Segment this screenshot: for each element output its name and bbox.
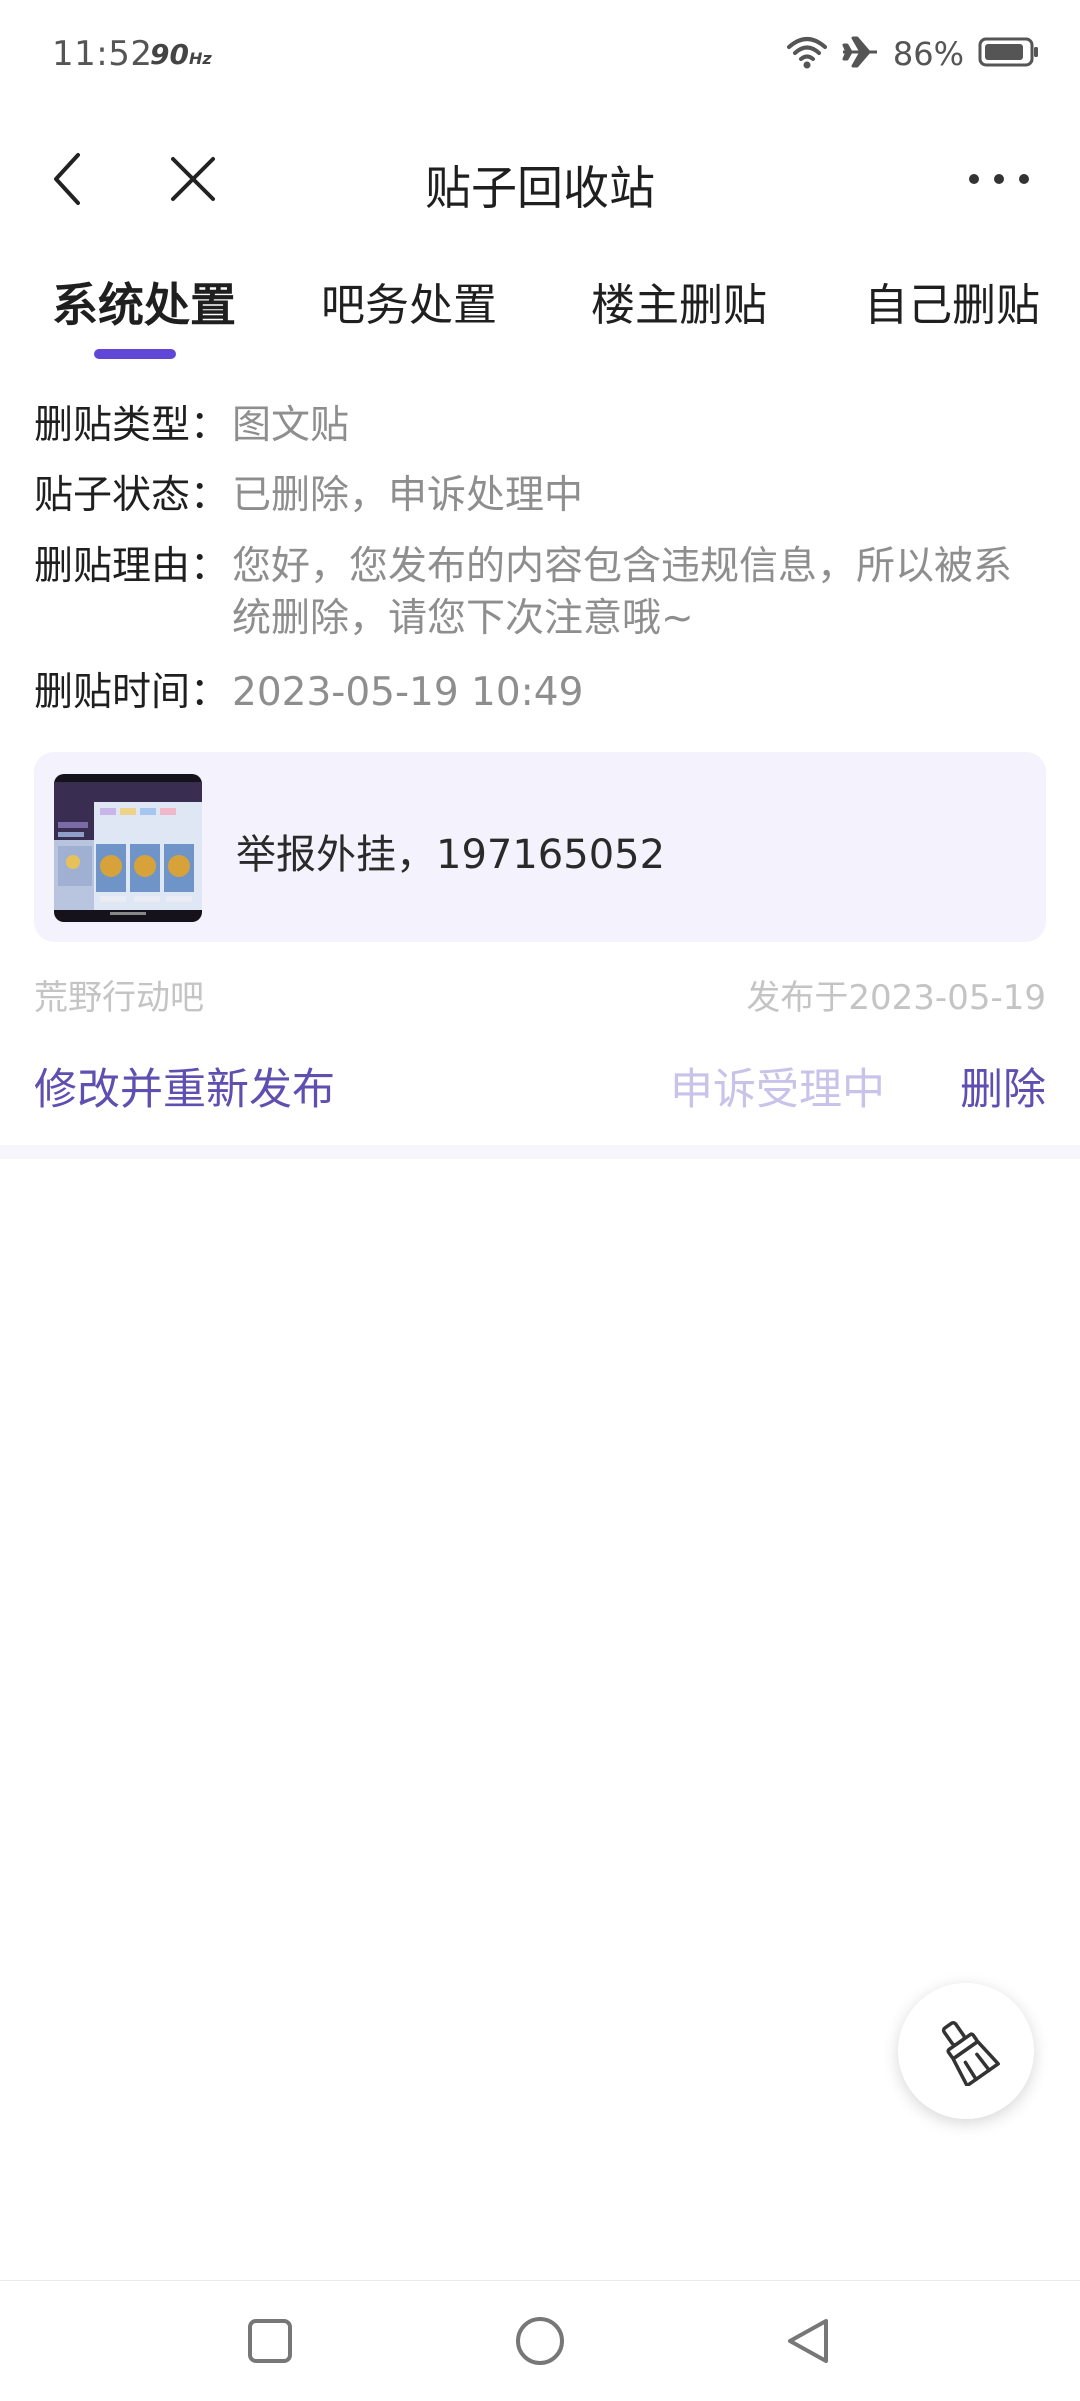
delete-time-row: 删贴时间： 2023-05-19 10:49 [34,667,1044,719]
system-back-button[interactable] [776,2309,840,2373]
appeal-status-label: 申诉受理中 [670,1065,885,1115]
publish-date: 发布于2023-05-19 [746,978,1046,1018]
delete-time-value: 2023-05-19 10:49 [232,670,584,715]
page-title: 贴子回收站 [425,161,655,215]
status-icons: 86% [786,32,1040,76]
refresh-rate-indicator: 90Hz [150,38,212,71]
tab-system-disposal[interactable]: 系统处置 [52,269,236,335]
delete-button[interactable]: 删除 [960,1055,1046,1117]
battery-icon [978,36,1040,72]
status-time: 11:52 [52,34,153,74]
navigation-header: 贴子回收站 [0,110,1080,245]
tab-op-deleted[interactable]: 楼主删贴 [591,269,767,333]
delete-reason-value: 您好，您发布的内容包含违规信息，所以被系统删除，请您下次注意哦~ [232,544,1013,641]
refresh-rate-value: 90 [150,38,189,71]
recents-icon [248,2319,292,2363]
forum-name-link[interactable]: 荒野行动吧 [34,970,204,1019]
delete-reason-row: 删贴理由： 您好，您发布的内容包含违规信息，所以被系统删除，请您下次注意哦~ [34,541,1044,645]
delete-type-value: 图文贴 [232,403,350,448]
back-triangle-icon [788,2319,828,2363]
active-tab-indicator [94,349,176,359]
clean-floating-button[interactable] [898,1983,1034,2119]
edit-and-repost-button[interactable]: 修改并重新发布 [34,1055,335,1117]
tab-moderator-disposal[interactable]: 吧务处置 [321,269,497,333]
wifi-icon [786,35,827,73]
tab-self-deleted[interactable]: 自己删贴 [864,269,1040,333]
more-options-button[interactable] [954,144,1044,214]
post-status-value: 已删除，申诉处理中 [232,473,584,518]
broom-icon [941,2021,1000,2086]
status-bar: 11:52 90Hz 86% [0,0,1080,110]
post-title: 举报外挂，197165052 [236,832,666,878]
refresh-rate-unit: Hz [188,49,212,68]
post-status-row: 贴子状态： 已删除，申诉处理中 [34,470,1044,522]
delete-type-row: 删贴类型： 图文贴 [34,400,1044,452]
airplane-icon [841,35,879,73]
battery-percent: 86% [892,35,964,73]
system-navigation-bar [0,2280,1080,2401]
home-button[interactable] [508,2309,572,2373]
delete-type-label: 删贴类型： [34,403,230,448]
section-divider [0,1145,1080,1159]
home-icon [516,2317,564,2365]
delete-time-label: 删贴时间： [34,670,230,715]
more-icon [969,174,1029,184]
deleted-post-card[interactable]: 举报外挂，197165052 [34,752,1046,942]
recents-button[interactable] [238,2309,302,2373]
post-status-label: 贴子状态： [34,473,230,518]
delete-reason-label: 删贴理由： [34,544,230,589]
category-tabs: 系统处置 吧务处置 楼主删贴 自己删贴 [0,245,1080,365]
post-thumbnail [54,774,202,922]
